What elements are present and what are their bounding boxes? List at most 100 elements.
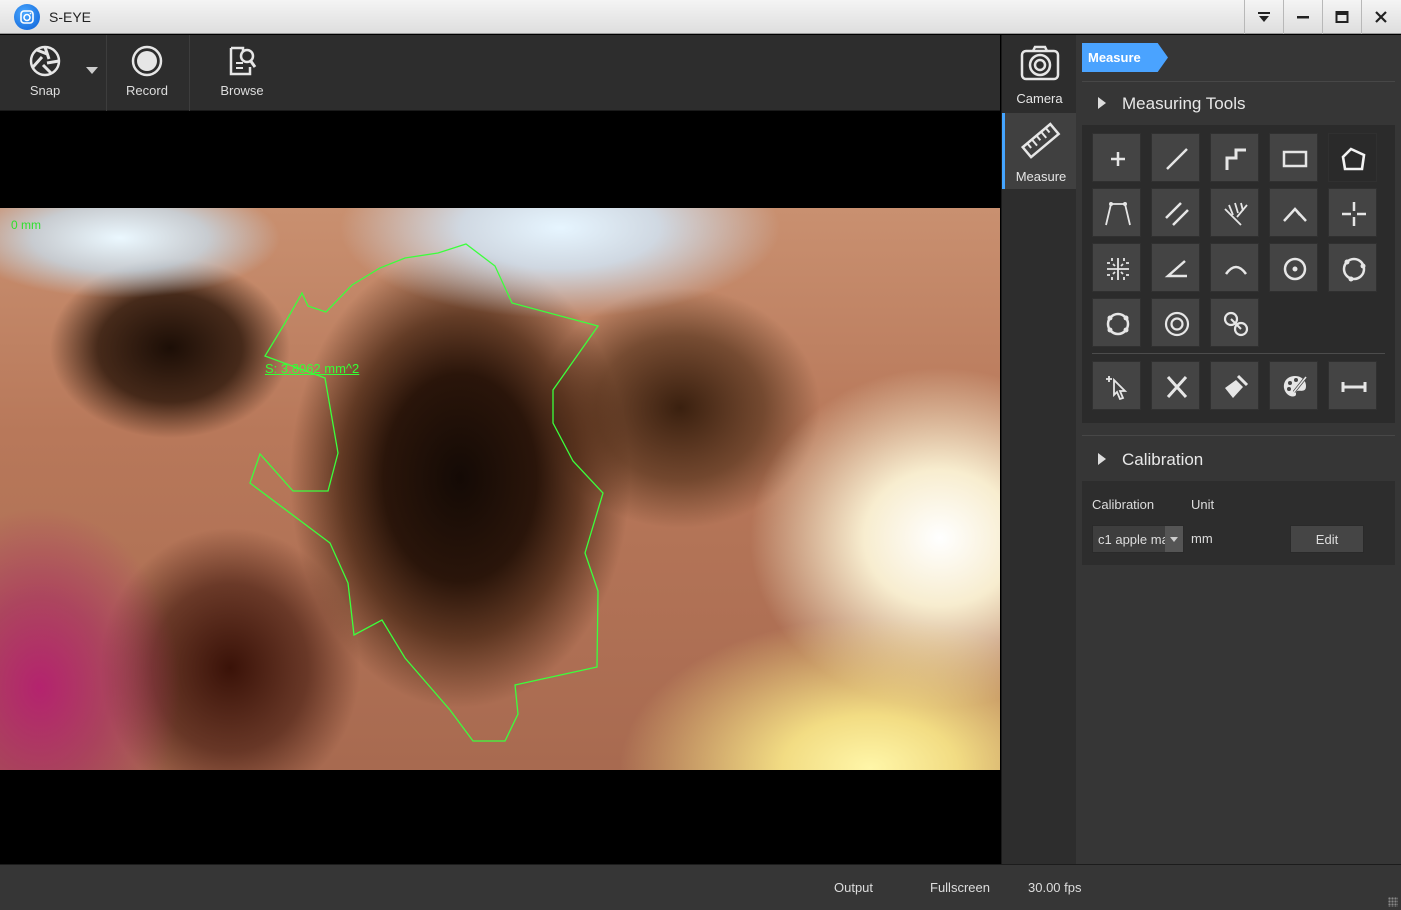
grid-points-icon bbox=[1107, 258, 1129, 280]
multi-segment-icon bbox=[1105, 202, 1131, 226]
tool-line[interactable] bbox=[1151, 133, 1200, 182]
area-polygon-outline[interactable] bbox=[249, 243, 604, 742]
toolbar-divider bbox=[106, 35, 107, 111]
arc-icon bbox=[1224, 265, 1248, 275]
chevron-down-icon bbox=[86, 67, 98, 74]
snap-options-dropdown[interactable] bbox=[80, 35, 104, 111]
fps-readout: 30.00 fps bbox=[1028, 880, 1082, 895]
close-button[interactable] bbox=[1361, 0, 1400, 34]
minimize-icon bbox=[1297, 16, 1309, 19]
scale-bar-icon bbox=[1341, 382, 1367, 392]
measurement-overlay[interactable] bbox=[0, 208, 1000, 770]
area-measurement-label[interactable]: S: 3.8062 mm^2 bbox=[265, 361, 359, 376]
aperture-icon bbox=[29, 45, 61, 77]
point-icon bbox=[1111, 152, 1125, 166]
angle-icon bbox=[1164, 260, 1187, 278]
measuring-tools-title: Measuring Tools bbox=[1122, 94, 1246, 113]
expand-arrow-icon bbox=[1098, 97, 1106, 109]
fullscreen-button[interactable]: Fullscreen bbox=[930, 880, 990, 895]
tool-circle-three-point[interactable] bbox=[1328, 243, 1377, 292]
select-cursor-icon bbox=[1106, 376, 1128, 400]
dropdown-menu-icon bbox=[1258, 12, 1270, 22]
tools-divider bbox=[1092, 353, 1385, 354]
status-bar: Output Fullscreen 30.00 fps bbox=[0, 864, 1401, 910]
unit-value: mm bbox=[1191, 531, 1213, 546]
concentric-circles-icon bbox=[1164, 311, 1190, 337]
title-bar: S-EYE bbox=[0, 0, 1401, 34]
browse-button[interactable]: Browse bbox=[206, 35, 278, 111]
browse-label: Browse bbox=[220, 83, 264, 98]
chevron-down-icon[interactable] bbox=[1165, 526, 1183, 552]
microscope-image[interactable]: 0 mm S: 3.8062 mm^2 bbox=[0, 208, 1000, 770]
tool-grid-points[interactable] bbox=[1092, 243, 1141, 292]
minimize-button[interactable] bbox=[1283, 0, 1322, 34]
tab-measure[interactable]: Measure bbox=[1002, 113, 1077, 189]
tool-concentric-circles[interactable] bbox=[1151, 298, 1200, 347]
app-logo-icon bbox=[14, 4, 40, 30]
edit-calibration-button[interactable]: Edit bbox=[1290, 525, 1364, 553]
tool-multi-segment[interactable] bbox=[1092, 188, 1141, 237]
tool-point[interactable] bbox=[1092, 133, 1141, 182]
maximize-button[interactable] bbox=[1322, 0, 1361, 34]
app-title: S-EYE bbox=[49, 9, 92, 25]
toolbar-divider bbox=[189, 35, 190, 111]
parallel-lines-icon bbox=[1165, 202, 1189, 226]
tool-clear-brush[interactable] bbox=[1210, 361, 1259, 410]
tool-arc[interactable] bbox=[1210, 243, 1259, 292]
main-toolbar: Snap Record Browse bbox=[0, 35, 1000, 111]
clear-brush-icon bbox=[1225, 374, 1249, 398]
tab-camera-label: Camera bbox=[1016, 91, 1063, 106]
line-icon bbox=[1166, 148, 1188, 170]
calibration-header[interactable]: Calibration bbox=[1082, 439, 1395, 479]
record-icon bbox=[131, 45, 163, 77]
side-tab-bar: Camera Measure bbox=[1001, 35, 1077, 864]
snap-label: Snap bbox=[29, 83, 61, 98]
tool-parallel-lines[interactable] bbox=[1151, 188, 1200, 237]
tab-measure-label: Measure bbox=[1015, 169, 1067, 184]
record-button[interactable]: Record bbox=[112, 35, 182, 111]
panel-divider bbox=[1082, 81, 1395, 82]
color-palette-icon bbox=[1283, 376, 1308, 397]
tool-crosshair[interactable] bbox=[1328, 188, 1377, 237]
output-button[interactable]: Output bbox=[834, 880, 873, 895]
measuring-tools-grid bbox=[1082, 125, 1395, 423]
delete-icon bbox=[1166, 375, 1188, 399]
tool-polyline[interactable] bbox=[1210, 133, 1259, 182]
measuring-tools-header[interactable]: Measuring Tools bbox=[1082, 83, 1395, 123]
tool-color-palette[interactable] bbox=[1269, 361, 1318, 410]
tool-circle-center[interactable] bbox=[1269, 243, 1318, 292]
unit-label: Unit bbox=[1191, 497, 1215, 512]
tool-scale-bar[interactable] bbox=[1328, 361, 1377, 410]
expand-arrow-icon bbox=[1098, 453, 1106, 465]
tool-rectangle[interactable] bbox=[1269, 133, 1318, 182]
calibration-select[interactable]: c1 apple magn bbox=[1092, 525, 1184, 553]
circle-four-point-icon bbox=[1106, 312, 1130, 336]
menu-dropdown-button[interactable] bbox=[1244, 0, 1283, 34]
breadcrumb: Measure bbox=[1082, 43, 1168, 72]
panel-divider bbox=[1082, 435, 1395, 436]
polygon-icon bbox=[1341, 147, 1366, 171]
image-viewer[interactable]: 0 mm S: 3.8062 mm^2 bbox=[0, 112, 1000, 864]
tool-multi-parallel[interactable] bbox=[1210, 188, 1259, 237]
measure-panel: Measure Measuring Tools Calibration Cali… bbox=[1076, 35, 1401, 864]
calibration-label: Calibration bbox=[1092, 497, 1155, 512]
resize-grip-icon[interactable] bbox=[1388, 897, 1398, 907]
maximize-icon bbox=[1335, 11, 1349, 23]
crosshair-icon bbox=[1342, 202, 1366, 226]
record-label: Record bbox=[126, 83, 168, 98]
tool-perpendicular[interactable] bbox=[1269, 188, 1318, 237]
tool-select-cursor[interactable] bbox=[1092, 361, 1141, 410]
tool-circle-four-point[interactable] bbox=[1092, 298, 1141, 347]
browse-folder-icon bbox=[229, 46, 257, 76]
tab-camera[interactable]: Camera bbox=[1002, 35, 1077, 111]
calibration-title: Calibration bbox=[1122, 450, 1204, 469]
tool-two-circles-distance[interactable] bbox=[1210, 298, 1259, 347]
tool-polygon[interactable] bbox=[1328, 133, 1377, 182]
tool-angle[interactable] bbox=[1151, 243, 1200, 292]
circle-three-point-icon bbox=[1342, 257, 1366, 282]
tool-delete[interactable] bbox=[1151, 361, 1200, 410]
circle-center-icon bbox=[1283, 257, 1307, 281]
ruler-icon bbox=[1020, 122, 1061, 159]
snap-button[interactable]: Snap bbox=[14, 35, 76, 111]
rectangle-icon bbox=[1282, 150, 1308, 168]
